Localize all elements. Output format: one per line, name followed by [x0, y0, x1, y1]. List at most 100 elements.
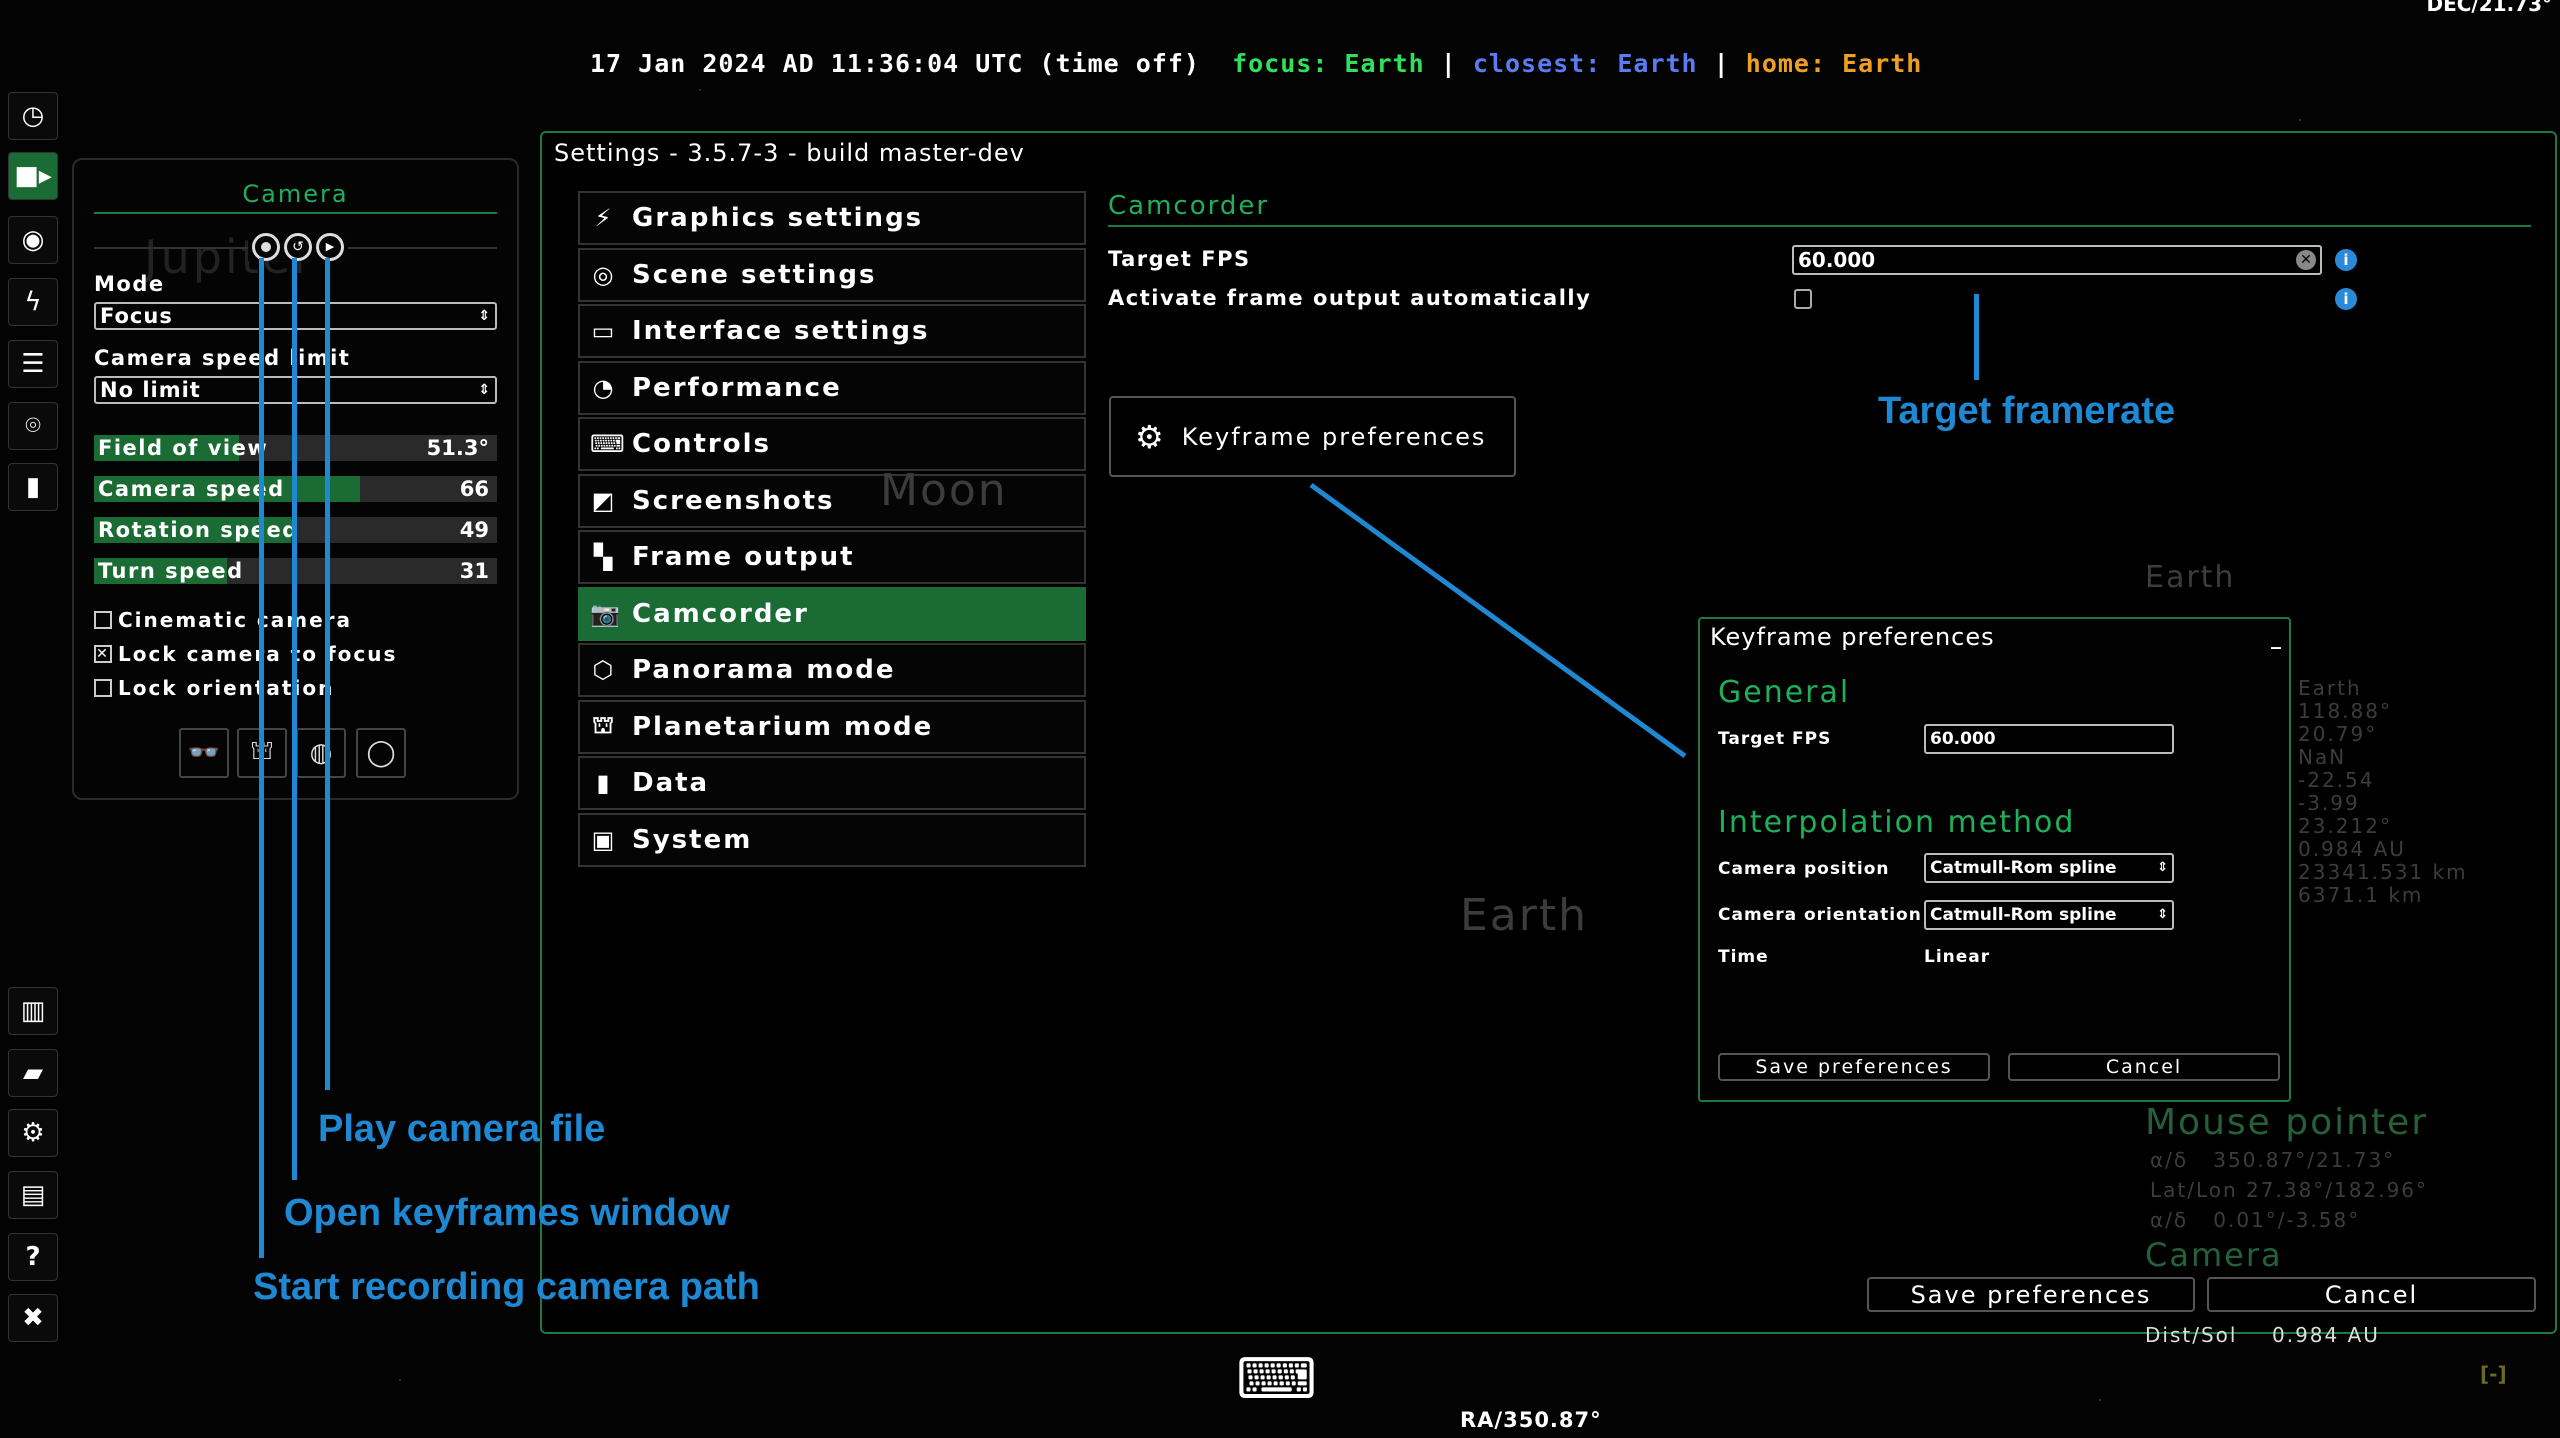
menu-label: Screenshots [632, 485, 835, 516]
menu-item-system[interactable]: ▣ System [578, 812, 1086, 867]
menu-item-interface-settings[interactable]: ▭ Interface settings [578, 304, 1086, 358]
target-fps-value: 60.000 [1798, 248, 1876, 272]
camera-position-value: Catmull-Rom spline [1930, 858, 2117, 878]
open-folder-button[interactable]: ▰ [8, 1049, 58, 1097]
collapse-toggle[interactable]: [-] [2480, 1362, 2507, 1386]
panorama-button[interactable]: ◍ [296, 728, 346, 778]
log-button[interactable]: ▤ [8, 1171, 58, 1219]
datasets-button[interactable]: ☰ [8, 340, 58, 388]
location-button[interactable]: ⌾ [8, 402, 58, 450]
kf-target-fps-label: Target FPS [1718, 729, 1832, 749]
slider-value: 31 [459, 559, 489, 583]
keyframes-annotation: Open keyframes window [284, 1192, 730, 1234]
focus-status: focus: Earth [1232, 49, 1425, 78]
save-preferences-button[interactable]: Save preferences [1867, 1277, 2195, 1312]
lightning-icon: ϟ [24, 287, 42, 317]
keyframes-icon: ↺ [292, 239, 304, 255]
slider-value: 66 [459, 477, 489, 501]
keyframe-preferences-button[interactable]: ⚙ Keyframe preferences [1109, 396, 1516, 477]
checkbox-row[interactable]: ✕ Lock camera to focus [94, 642, 397, 666]
menu-icon: 📷 [590, 599, 622, 628]
map-button[interactable]: ▥ [8, 987, 58, 1035]
menu-icon: ▣ [591, 825, 617, 854]
keyframes-button[interactable]: ↺ [284, 233, 312, 261]
kf-cancel-button[interactable]: Cancel [2008, 1053, 2280, 1081]
menu-item-screenshots[interactable]: ◩ Screenshots [578, 473, 1086, 528]
camera-panel-title: Camera [242, 180, 349, 208]
cancel-button[interactable]: Cancel [2207, 1277, 2536, 1312]
menu-item-frame-output[interactable]: ▚ Frame output [578, 530, 1086, 584]
checkbox-row[interactable]: Lock orientation [94, 676, 334, 700]
record-annotation: Start recording camera path [253, 1266, 760, 1308]
menu-item-camcorder[interactable]: 📷 Camcorder [578, 586, 1086, 641]
record-camera-button[interactable] [252, 233, 280, 261]
settings-button[interactable]: ⚙ [8, 1109, 58, 1157]
map-icon: ▥ [20, 996, 46, 1026]
menu-item-performance[interactable]: ◔ Performance [578, 360, 1086, 415]
slider-label: Field of view [98, 436, 269, 460]
speed-limit-value: No limit [100, 378, 201, 402]
menu-item-graphics-settings[interactable]: ⚡ Graphics settings [578, 191, 1086, 245]
checkbox[interactable] [94, 679, 112, 697]
mode-label: Mode [94, 272, 165, 296]
graphics-button[interactable]: ϟ [8, 278, 58, 326]
time-button[interactable]: ◷ [8, 92, 58, 140]
gear-icon: ⚙ [21, 1118, 45, 1148]
info-icon[interactable]: i [2335, 249, 2357, 271]
checkbox[interactable] [94, 611, 112, 629]
info-icon[interactable]: i [2335, 288, 2357, 310]
checkbox-row[interactable]: Cinematic camera [94, 608, 352, 632]
auto-frame-output-checkbox[interactable] [1794, 289, 1812, 309]
camera-button[interactable]: ■▸ [8, 152, 58, 200]
bookmarks-button[interactable]: ▮ [8, 463, 58, 511]
quit-button[interactable]: ✖ [8, 1294, 58, 1342]
menu-item-data[interactable]: ▮ Data [578, 756, 1086, 810]
help-button[interactable]: ? [8, 1233, 58, 1281]
menu-icon: ▭ [591, 317, 617, 345]
menu-item-panorama-mode[interactable]: ⬡ Panorama mode [578, 643, 1086, 697]
bookmark-icon: ▮ [25, 472, 41, 502]
checkbox[interactable]: ✕ [94, 645, 112, 663]
kf-save-preferences-button[interactable]: Save preferences [1718, 1053, 1990, 1081]
menu-item-planetarium-mode[interactable]: ⛫ Planetarium mode [578, 699, 1086, 754]
play-annotation: Play camera file [318, 1108, 606, 1150]
divider [1108, 225, 2531, 227]
camera-icon: ■▸ [14, 161, 52, 191]
camera-position-select[interactable]: Catmull-Rom spline ⇕ [1924, 853, 2174, 883]
interpolation-section-title: Interpolation method [1718, 805, 2076, 840]
datasets-icon: ☰ [21, 349, 45, 379]
datetime[interactable]: 17 Jan 2024 AD 11:36:04 UTC (time off) [590, 49, 1200, 78]
checkbox-label: Lock camera to focus [118, 642, 398, 666]
keyboard-disabled-icon[interactable]: ⌨ [1236, 1350, 1317, 1410]
menu-item-scene-settings[interactable]: ◎ Scene settings [578, 247, 1086, 302]
clear-icon[interactable]: ✕ [2296, 250, 2316, 270]
3d-glasses-icon: 👓 [187, 738, 221, 768]
minimize-button[interactable]: _ [2271, 625, 2281, 649]
camera-orientation-label: Camera orientation [1718, 905, 1922, 925]
slider-value: 51.3° [426, 436, 489, 460]
kf-target-fps-input[interactable]: 60.000 [1924, 724, 2174, 754]
separator: | [1713, 49, 1730, 78]
visibility-button[interactable]: ◉ [8, 216, 58, 264]
record-annotation-line [259, 258, 264, 1258]
log-icon: ▤ [20, 1180, 46, 1210]
play-camera-button[interactable]: ▶ [316, 233, 344, 261]
orthosphere-button[interactable]: ◯ [356, 728, 406, 778]
camcorder-section-title: Camcorder [1108, 191, 1270, 221]
stereoscopic-button[interactable]: 👓 [179, 728, 229, 778]
play-icon: ▶ [325, 240, 335, 253]
keyframe-preferences-label: Keyframe preferences [1181, 422, 1487, 451]
menu-item-controls[interactable]: ⌨ Controls [578, 417, 1086, 471]
target-fps-input[interactable]: 60.000 ✕ [1792, 245, 2322, 275]
slider-label: Turn speed [98, 559, 244, 583]
help-icon: ? [25, 1242, 41, 1272]
menu-icon: ◎ [592, 260, 616, 289]
separator: | [1440, 49, 1457, 78]
menu-icon: ◔ [592, 373, 616, 402]
dialog-title: Keyframe preferences [1710, 623, 1995, 651]
camera-orientation-select[interactable]: Catmull-Rom spline ⇕ [1924, 900, 2174, 930]
target-framerate-annotation: Target framerate [1878, 390, 2176, 432]
menu-icon: ⌨ [590, 430, 627, 458]
spinner-arrows-icon: ⇕ [478, 382, 491, 398]
menu-label: Planetarium mode [632, 711, 934, 742]
